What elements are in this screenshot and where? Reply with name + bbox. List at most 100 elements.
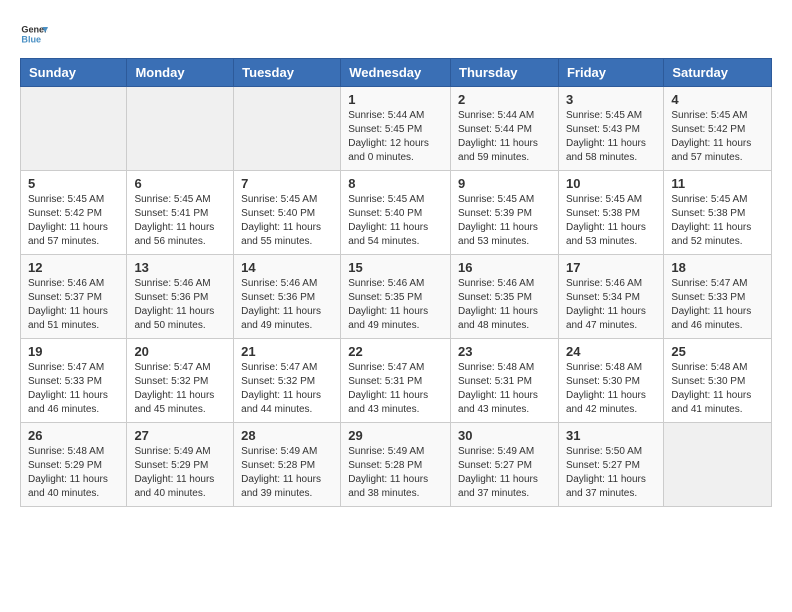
header-sunday: Sunday <box>21 59 127 87</box>
day-info: Sunrise: 5:45 AM Sunset: 5:42 PM Dayligh… <box>28 193 119 249</box>
calendar-cell: 11 Sunrise: 5:45 AM Sunset: 5:38 PM Dayli… <box>664 171 772 255</box>
day-info: Sunrise: 5:49 AM Sunset: 5:28 PM Dayligh… <box>348 445 443 501</box>
day-number: 5 <box>28 176 119 191</box>
calendar-cell: 28 Sunrise: 5:49 AM Sunset: 5:28 PM Dayli… <box>234 423 341 507</box>
calendar-cell: 24 Sunrise: 5:48 AM Sunset: 5:30 PM Dayli… <box>558 339 663 423</box>
day-number: 10 <box>566 176 656 191</box>
page-header: General Blue <box>20 20 772 48</box>
calendar-week-4: 19 Sunrise: 5:47 AM Sunset: 5:33 PM Dayli… <box>21 339 772 423</box>
day-info: Sunrise: 5:49 AM Sunset: 5:29 PM Dayligh… <box>134 445 226 501</box>
day-number: 6 <box>134 176 226 191</box>
day-number: 3 <box>566 92 656 107</box>
day-info: Sunrise: 5:45 AM Sunset: 5:43 PM Dayligh… <box>566 109 656 165</box>
calendar-cell: 25 Sunrise: 5:48 AM Sunset: 5:30 PM Dayli… <box>664 339 772 423</box>
calendar-cell: 8 Sunrise: 5:45 AM Sunset: 5:40 PM Daylig… <box>341 171 451 255</box>
day-number: 18 <box>671 260 764 275</box>
calendar-cell: 2 Sunrise: 5:44 AM Sunset: 5:44 PM Daylig… <box>451 87 559 171</box>
day-info: Sunrise: 5:48 AM Sunset: 5:30 PM Dayligh… <box>671 361 764 417</box>
calendar-cell: 21Sunrise: 5:47 AM Sunset: 5:32 PM Dayli… <box>234 339 341 423</box>
day-info: Sunrise: 5:45 AM Sunset: 5:38 PM Dayligh… <box>566 193 656 249</box>
calendar-week-1: 1 Sunrise: 5:44 AM Sunset: 5:45 PM Daylig… <box>21 87 772 171</box>
day-info: Sunrise: 5:45 AM Sunset: 5:40 PM Dayligh… <box>348 193 443 249</box>
day-number: 30 <box>458 428 551 443</box>
calendar-cell: 31Sunrise: 5:50 AM Sunset: 5:27 PM Dayli… <box>558 423 663 507</box>
day-number: 25 <box>671 344 764 359</box>
calendar-cell: 20 Sunrise: 5:47 AM Sunset: 5:32 PM Dayli… <box>127 339 234 423</box>
calendar-cell: 18 Sunrise: 5:47 AM Sunset: 5:33 PM Dayli… <box>664 255 772 339</box>
day-info: Sunrise: 5:47 AM Sunset: 5:33 PM Dayligh… <box>671 277 764 333</box>
day-info: Sunrise: 5:47 AM Sunset: 5:32 PM Dayligh… <box>134 361 226 417</box>
calendar-cell: 17Sunrise: 5:46 AM Sunset: 5:34 PM Dayli… <box>558 255 663 339</box>
svg-text:Blue: Blue <box>21 34 41 44</box>
day-info: Sunrise: 5:47 AM Sunset: 5:32 PM Dayligh… <box>241 361 333 417</box>
header-thursday: Thursday <box>451 59 559 87</box>
day-info: Sunrise: 5:46 AM Sunset: 5:34 PM Dayligh… <box>566 277 656 333</box>
day-info: Sunrise: 5:48 AM Sunset: 5:30 PM Dayligh… <box>566 361 656 417</box>
calendar-header-row: SundayMondayTuesdayWednesdayThursdayFrid… <box>21 59 772 87</box>
day-number: 22 <box>348 344 443 359</box>
day-info: Sunrise: 5:45 AM Sunset: 5:41 PM Dayligh… <box>134 193 226 249</box>
day-number: 13 <box>134 260 226 275</box>
calendar-cell: 30 Sunrise: 5:49 AM Sunset: 5:27 PM Dayli… <box>451 423 559 507</box>
day-number: 27 <box>134 428 226 443</box>
day-info: Sunrise: 5:46 AM Sunset: 5:35 PM Dayligh… <box>348 277 443 333</box>
calendar-cell: 26 Sunrise: 5:48 AM Sunset: 5:29 PM Dayli… <box>21 423 127 507</box>
day-info: Sunrise: 5:47 AM Sunset: 5:31 PM Dayligh… <box>348 361 443 417</box>
calendar-cell: 1 Sunrise: 5:44 AM Sunset: 5:45 PM Daylig… <box>341 87 451 171</box>
header-wednesday: Wednesday <box>341 59 451 87</box>
calendar-cell: 19 Sunrise: 5:47 AM Sunset: 5:33 PM Dayli… <box>21 339 127 423</box>
day-number: 8 <box>348 176 443 191</box>
day-number: 11 <box>671 176 764 191</box>
calendar-cell: 13 Sunrise: 5:46 AM Sunset: 5:36 PM Dayli… <box>127 255 234 339</box>
calendar-cell: 29 Sunrise: 5:49 AM Sunset: 5:28 PM Dayli… <box>341 423 451 507</box>
header-saturday: Saturday <box>664 59 772 87</box>
day-number: 29 <box>348 428 443 443</box>
day-number: 24 <box>566 344 656 359</box>
day-info: Sunrise: 5:48 AM Sunset: 5:29 PM Dayligh… <box>28 445 119 501</box>
day-info: Sunrise: 5:46 AM Sunset: 5:35 PM Dayligh… <box>458 277 551 333</box>
calendar-week-5: 26 Sunrise: 5:48 AM Sunset: 5:29 PM Dayli… <box>21 423 772 507</box>
day-info: Sunrise: 5:49 AM Sunset: 5:28 PM Dayligh… <box>241 445 333 501</box>
day-number: 26 <box>28 428 119 443</box>
calendar-table: SundayMondayTuesdayWednesdayThursdayFrid… <box>20 58 772 507</box>
day-number: 2 <box>458 92 551 107</box>
calendar-week-2: 5 Sunrise: 5:45 AM Sunset: 5:42 PM Daylig… <box>21 171 772 255</box>
calendar-cell: 3 Sunrise: 5:45 AM Sunset: 5:43 PM Daylig… <box>558 87 663 171</box>
day-number: 1 <box>348 92 443 107</box>
calendar-cell: 9 Sunrise: 5:45 AM Sunset: 5:39 PM Daylig… <box>451 171 559 255</box>
logo-icon: General Blue <box>20 20 48 48</box>
day-info: Sunrise: 5:46 AM Sunset: 5:36 PM Dayligh… <box>134 277 226 333</box>
logo: General Blue <box>20 20 52 48</box>
day-info: Sunrise: 5:45 AM Sunset: 5:40 PM Dayligh… <box>241 193 333 249</box>
day-info: Sunrise: 5:46 AM Sunset: 5:37 PM Dayligh… <box>28 277 119 333</box>
day-number: 20 <box>134 344 226 359</box>
day-number: 7 <box>241 176 333 191</box>
day-info: Sunrise: 5:45 AM Sunset: 5:39 PM Dayligh… <box>458 193 551 249</box>
calendar-cell: 22 Sunrise: 5:47 AM Sunset: 5:31 PM Dayli… <box>341 339 451 423</box>
calendar-cell <box>127 87 234 171</box>
calendar-cell <box>21 87 127 171</box>
day-info: Sunrise: 5:48 AM Sunset: 5:31 PM Dayligh… <box>458 361 551 417</box>
day-number: 12 <box>28 260 119 275</box>
calendar-cell: 5 Sunrise: 5:45 AM Sunset: 5:42 PM Daylig… <box>21 171 127 255</box>
day-info: Sunrise: 5:45 AM Sunset: 5:38 PM Dayligh… <box>671 193 764 249</box>
calendar-cell: 14Sunrise: 5:46 AM Sunset: 5:36 PM Dayli… <box>234 255 341 339</box>
calendar-cell: 27 Sunrise: 5:49 AM Sunset: 5:29 PM Dayli… <box>127 423 234 507</box>
calendar-cell: 15Sunrise: 5:46 AM Sunset: 5:35 PM Dayli… <box>341 255 451 339</box>
day-info: Sunrise: 5:49 AM Sunset: 5:27 PM Dayligh… <box>458 445 551 501</box>
calendar-week-3: 12 Sunrise: 5:46 AM Sunset: 5:37 PM Dayli… <box>21 255 772 339</box>
calendar-cell: 10 Sunrise: 5:45 AM Sunset: 5:38 PM Dayli… <box>558 171 663 255</box>
day-info: Sunrise: 5:44 AM Sunset: 5:44 PM Dayligh… <box>458 109 551 165</box>
day-number: 9 <box>458 176 551 191</box>
day-number: 14 <box>241 260 333 275</box>
day-info: Sunrise: 5:44 AM Sunset: 5:45 PM Dayligh… <box>348 109 443 165</box>
day-number: 28 <box>241 428 333 443</box>
calendar-cell: 16 Sunrise: 5:46 AM Sunset: 5:35 PM Dayli… <box>451 255 559 339</box>
calendar-cell: 6 Sunrise: 5:45 AM Sunset: 5:41 PM Daylig… <box>127 171 234 255</box>
day-number: 19 <box>28 344 119 359</box>
day-number: 16 <box>458 260 551 275</box>
header-friday: Friday <box>558 59 663 87</box>
header-monday: Monday <box>127 59 234 87</box>
day-info: Sunrise: 5:47 AM Sunset: 5:33 PM Dayligh… <box>28 361 119 417</box>
calendar-cell: 4Sunrise: 5:45 AM Sunset: 5:42 PM Daylig… <box>664 87 772 171</box>
